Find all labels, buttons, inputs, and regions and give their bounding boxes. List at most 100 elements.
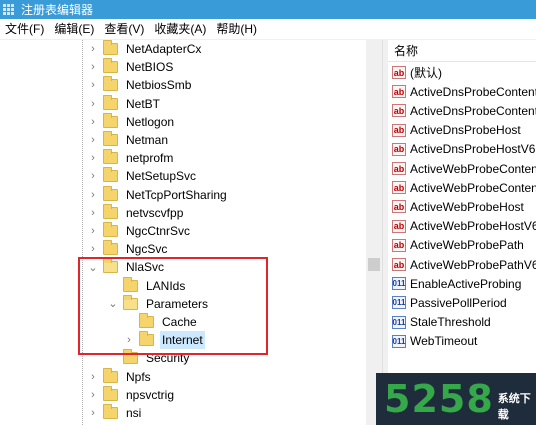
menu-edit[interactable]: 编辑(E) <box>49 19 99 40</box>
registry-value-name: ActiveDnsProbeHostV6 <box>410 142 536 157</box>
tree-node-netbiossmb[interactable]: › NetbiosSmb <box>88 76 193 94</box>
chevron-right-icon[interactable]: › <box>88 368 98 386</box>
registry-value-row[interactable]: ab ActiveDnsProbeHostV6 <box>392 140 535 159</box>
string-value-icon: ab <box>392 200 406 214</box>
tree-node-cache[interactable]: Cache <box>124 313 199 331</box>
column-header-name[interactable]: 名称 <box>388 40 536 62</box>
folder-icon <box>123 276 138 292</box>
title-bar: 注册表编辑器 <box>0 0 536 19</box>
registry-value-row[interactable]: ab ActiveWebProbeHostV6 <box>392 217 536 236</box>
string-value-icon: ab <box>392 66 406 79</box>
values-pane[interactable]: 名称 ab (默认) ab ActiveDnsProbeContent ab Active… <box>388 40 536 425</box>
string-value-icon: ab <box>392 104 406 118</box>
string-value-icon: ab <box>392 142 406 156</box>
menu-bar: 文件(F) 编辑(E) 查看(V) 收藏夹(A) 帮助(H) <box>0 19 536 40</box>
registry-value-row[interactable]: 011 EnableActiveProbing <box>392 274 521 293</box>
menu-file[interactable]: 文件(F) <box>0 19 49 40</box>
tree-node-ngcctnrsvc[interactable]: › NgcCtnrSvc <box>88 222 192 240</box>
tree-node-netprofm[interactable]: › netprofm <box>88 149 175 167</box>
registry-value-row[interactable]: ab ActiveWebProbeContent <box>392 178 536 197</box>
tree-node-npsvctrig[interactable]: › npsvctrig <box>88 385 176 404</box>
registry-value-row[interactable]: ab ActiveWebProbeHost <box>392 197 524 216</box>
registry-value-row[interactable]: ab ActiveDnsProbeContentV <box>392 101 536 120</box>
tree-node-netbios[interactable]: › NetBIOS <box>88 58 175 76</box>
chevron-right-icon[interactable]: › <box>124 331 134 349</box>
tree-node-ngcsvc[interactable]: › NgcSvc <box>88 240 169 258</box>
chevron-right-icon[interactable]: › <box>88 76 98 94</box>
folder-open-icon <box>123 294 138 310</box>
menu-favorites[interactable]: 收藏夹(A) <box>149 19 211 40</box>
tree-node-netbt[interactable]: › NetBT <box>88 94 162 113</box>
registry-tree[interactable]: › NetAdapterCx › NetBIOS › NetbiosSmb › NetBT › N… <box>0 40 366 425</box>
chevron-right-icon[interactable]: › <box>88 222 98 240</box>
chevron-right-icon[interactable]: › <box>88 404 98 422</box>
tree-node-lanids[interactable]: LANIds <box>108 276 187 295</box>
folder-icon <box>103 131 118 146</box>
tree-node-internet[interactable]: › Internet <box>124 331 205 350</box>
site-watermark: 5258 系统下载 <box>376 373 536 425</box>
tree-node-parameters[interactable]: ⌄ Parameters <box>108 294 210 313</box>
tree-node-security[interactable]: Security <box>108 349 191 367</box>
registry-value-name: StaleThreshold <box>410 315 491 330</box>
scrollbar-thumb[interactable] <box>368 258 380 271</box>
string-value-icon: ab <box>392 85 406 99</box>
tree-node-nsi[interactable]: › nsi <box>88 404 143 422</box>
chevron-down-icon[interactable]: ⌄ <box>108 295 118 313</box>
registry-value-row[interactable]: ab (默认) <box>392 63 442 82</box>
tree-node-netvscvfpp[interactable]: › netvscvfpp <box>88 203 185 222</box>
chevron-right-icon[interactable]: › <box>88 95 98 113</box>
tree-node-nettcpportsharing[interactable]: › NetTcpPortSharing <box>88 185 229 204</box>
tree-node-label: Security <box>146 351 190 366</box>
string-value-icon: ab <box>392 238 406 252</box>
folder-icon <box>103 404 118 419</box>
folder-icon <box>139 331 154 347</box>
menu-help[interactable]: 帮助(H) <box>211 19 262 40</box>
registry-value-name: ActiveWebProbePath <box>410 238 524 253</box>
registry-value-name: EnableActiveProbing <box>410 276 522 291</box>
registry-value-row[interactable]: ab ActiveDnsProbeContent <box>392 82 536 101</box>
tree-node-netadaptercx[interactable]: › NetAdapterCx <box>88 40 203 58</box>
folder-icon <box>103 112 118 128</box>
chevron-right-icon[interactable]: › <box>88 58 98 76</box>
tree-node-npfs[interactable]: › Npfs <box>88 367 153 386</box>
chevron-right-icon[interactable]: › <box>88 149 98 167</box>
chevron-right-icon[interactable]: › <box>88 40 98 58</box>
watermark-text: 系统下载 <box>497 393 531 421</box>
registry-value-row[interactable]: ab ActiveWebProbePath <box>392 236 524 255</box>
binary-value-icon: 011 <box>392 315 406 329</box>
registry-value-name: ActiveWebProbeContent <box>410 180 536 195</box>
tree-node-label: NetTcpPortSharing <box>126 187 227 202</box>
registry-value-row[interactable]: 011 WebTimeout <box>392 332 477 351</box>
registry-value-row[interactable]: 011 PassivePollPeriod <box>392 293 507 312</box>
chevron-right-icon[interactable]: › <box>88 113 98 131</box>
chevron-right-icon[interactable]: › <box>88 131 98 149</box>
tree-node-label: NetbiosSmb <box>126 78 192 93</box>
tree-scrollbar[interactable] <box>366 40 382 425</box>
registry-value-row[interactable]: ab ActiveDnsProbeHost <box>392 121 521 140</box>
chevron-right-icon[interactable]: › <box>88 186 98 204</box>
folder-icon <box>103 94 118 110</box>
tree-node-netman[interactable]: › Netman <box>88 131 170 149</box>
tree-node-label: Npfs <box>126 369 151 384</box>
regedit-icon <box>3 3 15 16</box>
chevron-down-icon[interactable]: ⌄ <box>88 258 98 276</box>
tree-node-netlogon[interactable]: › Netlogon <box>88 112 176 131</box>
chevron-right-icon[interactable]: › <box>88 386 98 404</box>
folder-icon <box>103 222 118 237</box>
registry-value-row[interactable]: ab ActiveWebProbeContent <box>392 159 536 178</box>
folder-icon <box>123 349 138 365</box>
tree-node-label: NlaSvc <box>126 260 165 275</box>
folder-open-icon <box>103 258 118 274</box>
registry-value-row[interactable]: 011 StaleThreshold <box>392 313 491 332</box>
chevron-right-icon[interactable]: › <box>88 204 98 222</box>
chevron-right-icon[interactable]: › <box>88 167 98 185</box>
tree-node-nlasvc[interactable]: ⌄ NlaSvc <box>88 258 166 276</box>
registry-value-name: ActiveWebProbeHost <box>410 199 524 214</box>
binary-value-icon: 011 <box>392 296 406 310</box>
registry-value-row[interactable]: ab ActiveWebProbePathV6 <box>392 255 536 274</box>
tree-node-netsetupsvc[interactable]: › NetSetupSvc <box>88 167 198 185</box>
menu-view[interactable]: 查看(V) <box>99 19 149 40</box>
registry-value-name: ActiveWebProbeHostV6 <box>410 219 536 234</box>
chevron-right-icon[interactable]: › <box>88 240 98 258</box>
tree-node-label: nsi <box>126 406 142 420</box>
